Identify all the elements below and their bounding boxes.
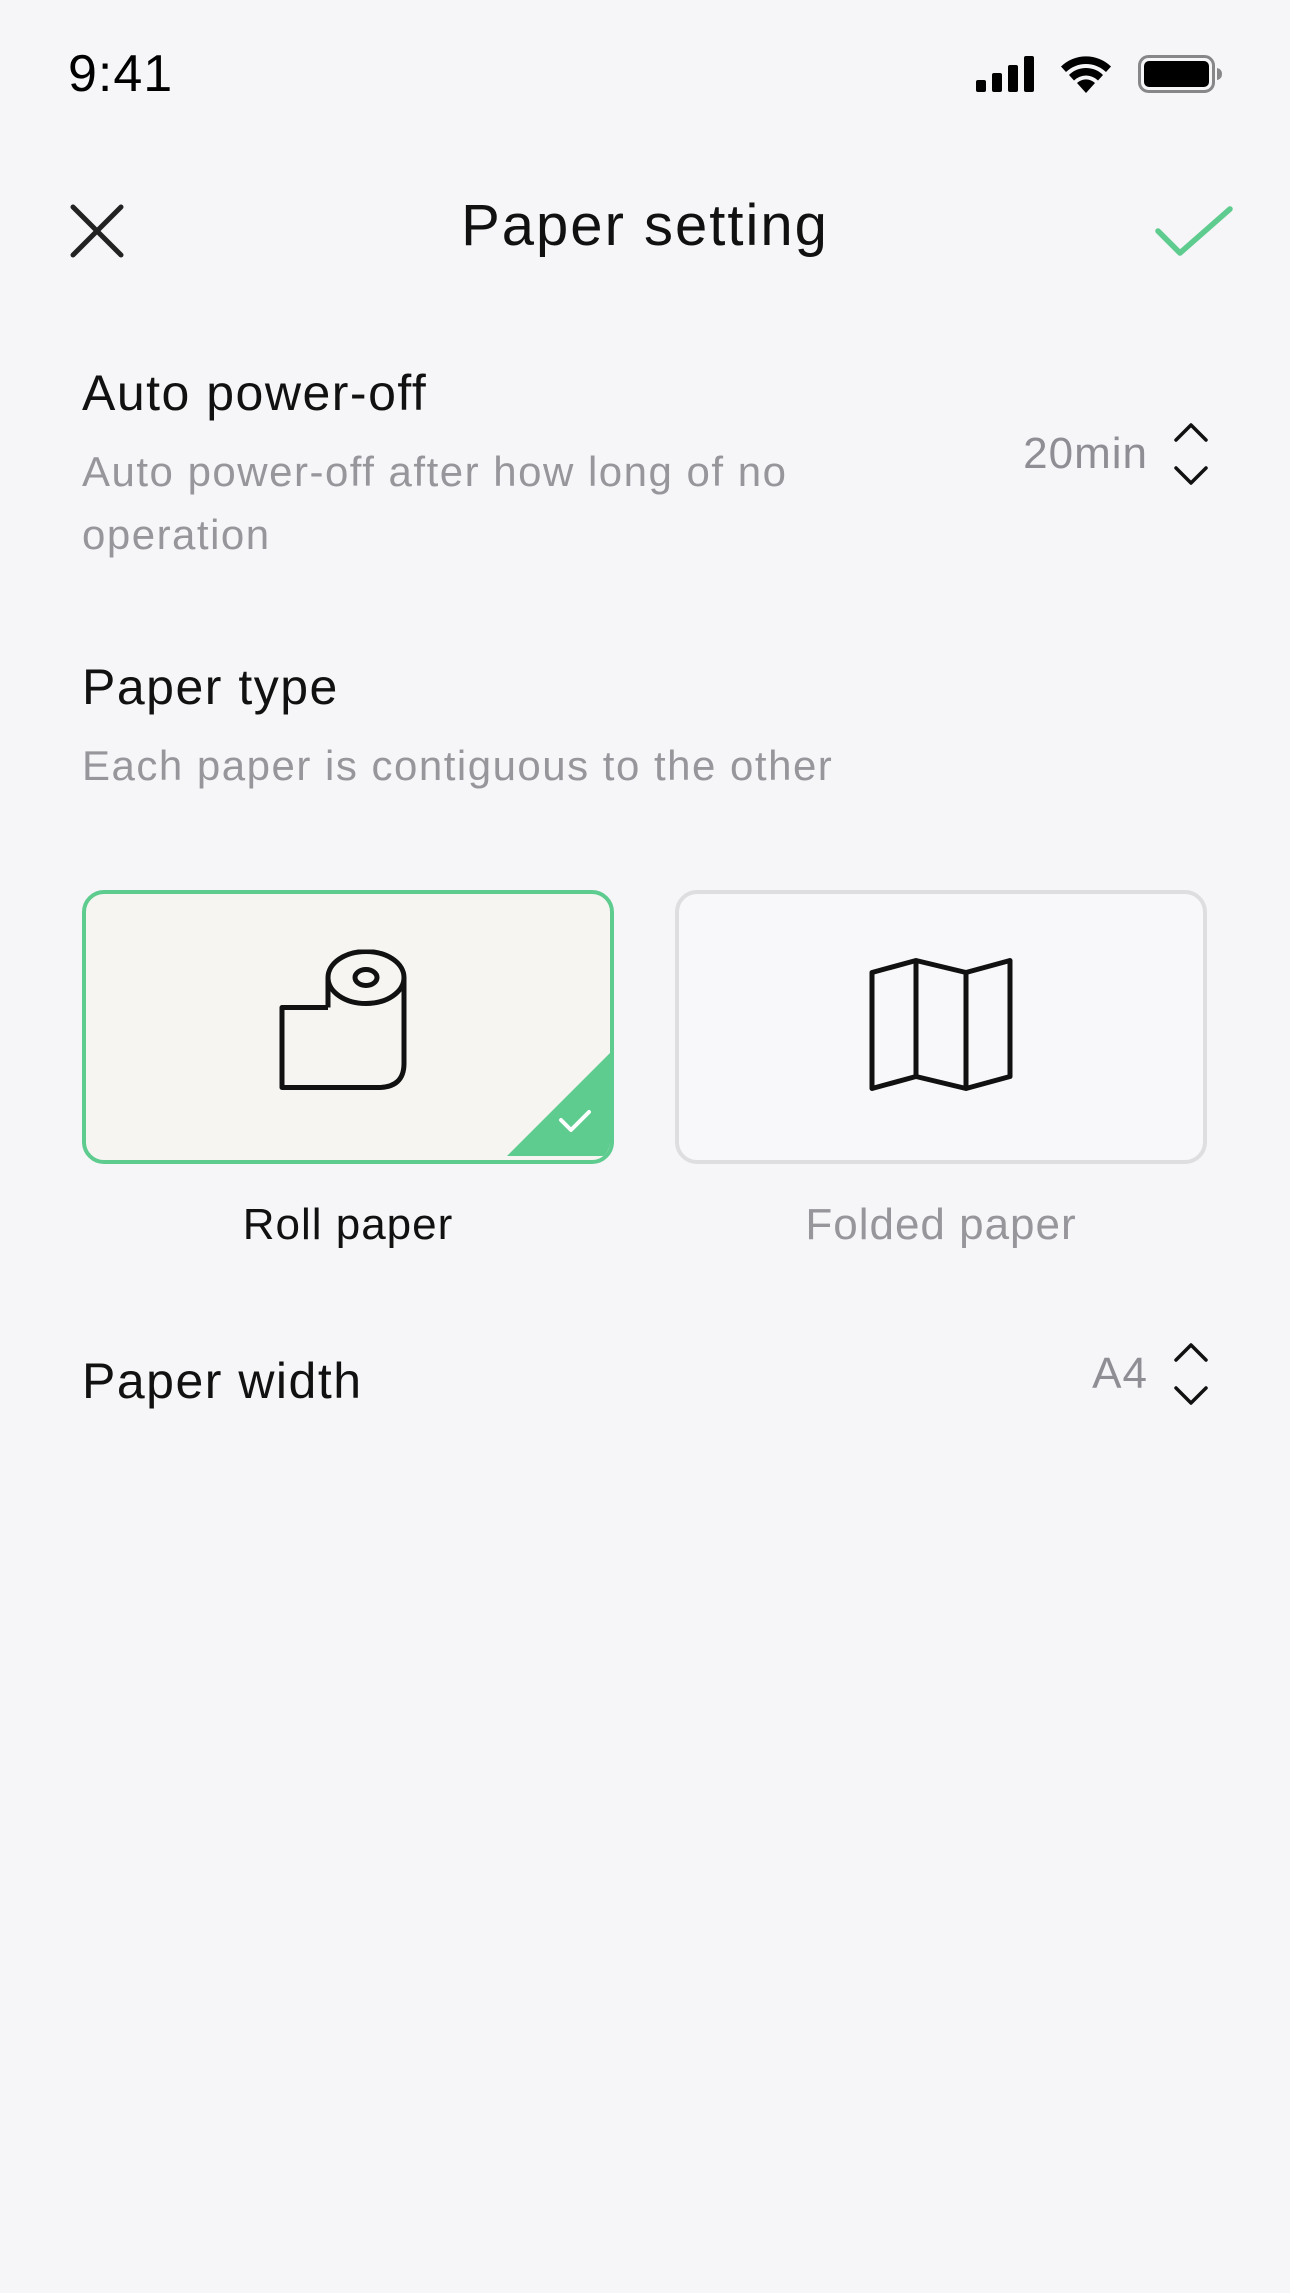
auto-power-off-value: 20min xyxy=(1023,429,1148,478)
signal-icon xyxy=(976,55,1034,97)
paper-width-value: A4 xyxy=(1092,1349,1148,1398)
auto-power-off-description: Auto power-off after how long of no oper… xyxy=(82,448,788,558)
battery-icon xyxy=(1138,54,1222,98)
folded-paper-icon xyxy=(868,957,1014,1098)
status-time: 9:41 xyxy=(68,45,174,103)
paper-width-stepper[interactable]: A4 xyxy=(1092,1342,1208,1406)
paper-type-description: Each paper is contiguous to the other xyxy=(82,742,834,789)
roll-paper-icon xyxy=(278,949,418,1105)
status-bar: 9:41 xyxy=(0,0,1290,150)
selected-check-badge xyxy=(507,1052,610,1160)
auto-power-off-stepper[interactable]: 20min xyxy=(1023,422,1208,486)
chevron-down-icon[interactable] xyxy=(1174,1386,1208,1406)
chevron-up-icon[interactable] xyxy=(1174,1342,1208,1362)
chevron-down-icon[interactable] xyxy=(1174,466,1208,486)
folded-paper-option[interactable] xyxy=(675,890,1207,1164)
auto-power-off-setting: Auto power-off Auto power-off after how … xyxy=(82,364,1208,574)
roll-paper-label: Roll paper xyxy=(242,1200,454,1249)
wifi-icon xyxy=(1060,55,1112,98)
paper-type-title: Paper type xyxy=(82,659,339,715)
status-icons xyxy=(976,54,1222,98)
check-icon xyxy=(1154,205,1234,264)
paper-width-title: Paper width xyxy=(82,1353,363,1409)
auto-power-off-title: Auto power-off xyxy=(82,365,428,421)
stepper-arrows xyxy=(1174,1342,1208,1406)
paper-type-setting: Paper type Each paper is contiguous to t… xyxy=(82,658,1208,868)
confirm-button[interactable] xyxy=(1148,194,1240,274)
page-title: Paper setting xyxy=(461,193,829,258)
paper-type-options: Roll paper Folded paper xyxy=(82,890,1208,1260)
chevron-up-icon[interactable] xyxy=(1174,422,1208,442)
folded-paper-label: Folded paper xyxy=(805,1200,1077,1249)
nav-bar: Paper setting xyxy=(0,170,1290,286)
paper-width-setting: Paper width A4 xyxy=(82,1343,1208,1470)
roll-paper-option[interactable] xyxy=(82,890,614,1164)
stepper-arrows xyxy=(1174,422,1208,486)
